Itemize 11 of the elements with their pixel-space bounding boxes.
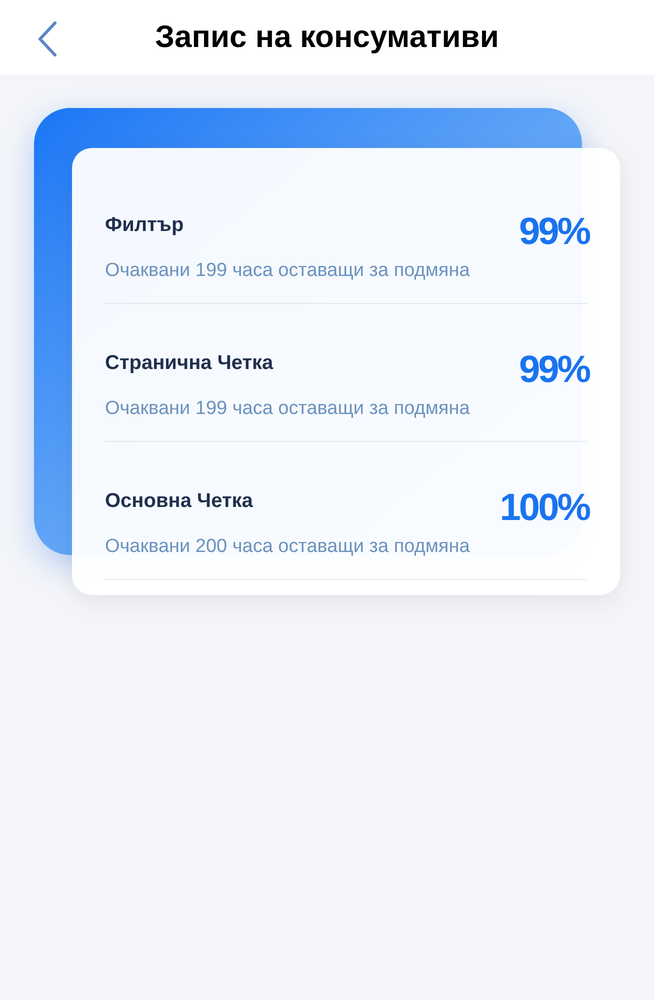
remaining-hours: Очаквани 199 часа оставащи за подмяна [105, 259, 470, 283]
consumable-name: Филтър [105, 213, 185, 237]
remaining-hours: Очаквани 200 часа оставащи за подмяна [105, 535, 470, 559]
consumable-name: Основна Четка [105, 489, 254, 513]
remaining-percent: 99% [518, 210, 589, 254]
page-title: Запис на консумативи [155, 18, 499, 56]
consumable-name: Странична Четка [105, 351, 274, 375]
remaining-hours: Очаквани 199 часа оставащи за подмяна [105, 397, 470, 421]
back-icon [36, 21, 58, 57]
remaining-percent: 99% [518, 348, 589, 392]
remaining-percent: 100% [500, 486, 589, 530]
